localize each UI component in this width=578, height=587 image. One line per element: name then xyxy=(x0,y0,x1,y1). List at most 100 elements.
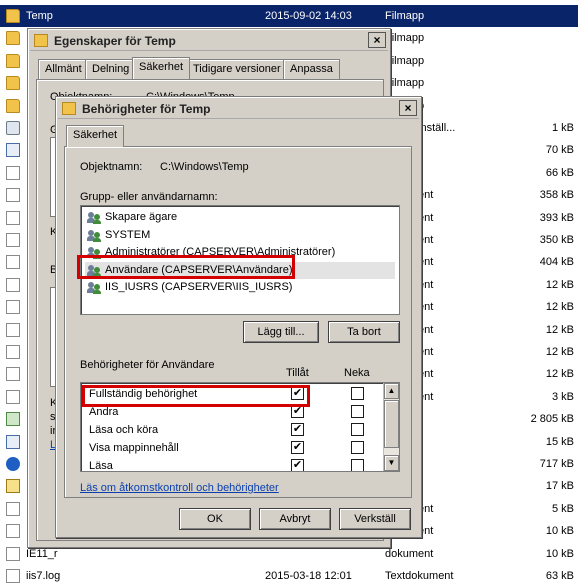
folder-icon xyxy=(6,53,20,68)
document-icon xyxy=(6,255,20,270)
help-icon xyxy=(6,457,20,471)
user-group-icon xyxy=(87,211,101,224)
permissions-title: Behörigheter för Temp xyxy=(82,102,211,116)
file-size: 350 kB xyxy=(539,234,574,246)
config-file-icon xyxy=(6,121,20,135)
user-list-item[interactable]: Skapare ägare xyxy=(85,209,395,226)
cancel-button[interactable]: Avbryt xyxy=(259,508,331,530)
file-date: 2015-03-18 12:01 xyxy=(265,570,352,582)
scroll-down-arrow[interactable]: ▼ xyxy=(384,455,399,471)
file-date: 2015-09-02 14:03 xyxy=(265,10,352,22)
deny-checkbox[interactable] xyxy=(351,441,364,454)
allow-checkbox[interactable]: ✔ xyxy=(291,441,304,454)
properties-title: Egenskaper för Temp xyxy=(54,34,176,48)
file-size: 15 kB xyxy=(545,435,574,448)
user-list-item[interactable]: SYSTEM xyxy=(85,227,395,244)
document-icon xyxy=(6,546,20,561)
permission-row: Visa mappinnehåll ✔ xyxy=(85,439,385,457)
user-name: IIS_IUSRS (CAPSERVER\IIS_IUSRS) xyxy=(105,281,293,293)
file-name: iis7.log xyxy=(26,570,61,582)
file-size: 12 kB xyxy=(545,346,574,358)
document-icon xyxy=(6,524,20,539)
group-label: Grupp- eller användarnamn: xyxy=(80,191,218,203)
file-size: 63 kB xyxy=(545,570,574,582)
file-type: Textdokument xyxy=(385,570,454,582)
user-group-icon xyxy=(87,281,101,294)
highlight-frame xyxy=(77,255,295,279)
file-size: 10 kB xyxy=(545,525,574,538)
access-control-link[interactable]: Läs om åtkomstkontroll och behörigheter xyxy=(80,482,279,494)
permission-name: Visa mappinnehåll xyxy=(89,442,179,454)
add-button[interactable]: Lägg till... xyxy=(243,321,319,343)
folder-icon xyxy=(6,98,20,113)
folder-icon xyxy=(62,102,76,115)
permissions-label: Behörigheter för Användare xyxy=(80,359,215,371)
scroll-thumb[interactable] xyxy=(384,400,399,448)
window-file-icon xyxy=(6,434,20,449)
document-icon xyxy=(6,322,20,337)
properties-close-button[interactable]: × xyxy=(368,32,386,48)
file-name: Temp xyxy=(26,10,53,22)
file-size: 1 kB xyxy=(551,122,574,134)
scroll-up-arrow[interactable]: ▲ xyxy=(384,383,399,399)
permission-name: Läsa xyxy=(89,460,113,472)
deny-checkbox[interactable] xyxy=(351,459,364,471)
deny-checkbox[interactable] xyxy=(351,405,364,418)
document-icon xyxy=(6,188,20,203)
ok-button[interactable]: OK xyxy=(179,508,251,530)
user-name: SYSTEM xyxy=(105,228,151,241)
permission-row: Läsa ✔ xyxy=(85,457,385,472)
allow-checkbox[interactable]: ✔ xyxy=(291,459,304,471)
permissions-titlebar: Behörigheter för Temp × xyxy=(58,99,419,119)
tab-sakerhet[interactable]: Säkerhet xyxy=(66,125,125,147)
file-row[interactable]: Temp 2015-09-02 14:03 Filmapp xyxy=(0,5,578,27)
document-icon xyxy=(6,389,20,404)
file-size: 358 kB xyxy=(539,189,574,202)
document-icon xyxy=(6,569,20,583)
file-size: 10 kB xyxy=(545,547,574,560)
document-icon xyxy=(6,277,20,292)
file-size: 70 kB xyxy=(545,144,574,157)
document-icon xyxy=(6,233,20,247)
object-value: C:\Windows\Temp xyxy=(160,161,249,173)
properties-titlebar: Egenskaper för Temp × xyxy=(30,31,388,51)
tab-delning[interactable]: Delning xyxy=(85,59,137,79)
document-icon xyxy=(6,367,20,382)
file-size: 5 kB xyxy=(551,502,574,515)
folder-icon xyxy=(34,34,48,47)
tab-allmant[interactable]: Allmänt xyxy=(38,59,89,79)
file-size: 12 kB xyxy=(545,278,574,291)
file-size: 393 kB xyxy=(539,211,574,224)
allow-checkbox[interactable]: ✔ xyxy=(291,423,304,436)
permissions-close-button[interactable]: × xyxy=(399,100,417,116)
file-size: 12 kB xyxy=(545,368,574,381)
deny-checkbox[interactable] xyxy=(351,423,364,436)
user-name: Skapare ägare xyxy=(105,211,178,223)
permission-row: Läsa och köra ✔ xyxy=(85,421,385,439)
remove-button[interactable]: Ta bort xyxy=(328,321,400,343)
deny-header: Neka xyxy=(344,367,370,379)
file-row[interactable]: iis7.log 2015-03-18 12:01 Textdokument 63 k… xyxy=(0,565,578,587)
tab-tidigare-versioner[interactable]: Tidigare versioner xyxy=(186,59,288,79)
file-size: 2 805 kB xyxy=(530,413,574,426)
document-icon xyxy=(6,300,20,315)
file-type: dokument xyxy=(385,547,434,560)
file-size: 17 kB xyxy=(545,480,574,493)
image-file-icon xyxy=(6,412,20,427)
file-size: 12 kB xyxy=(545,301,574,314)
document-icon xyxy=(6,501,20,516)
user-group-icon xyxy=(87,229,101,242)
permissions-scrollbar[interactable]: ▲ ▼ xyxy=(383,383,399,471)
apply-button[interactable]: Verkställ xyxy=(339,508,411,530)
file-size: 12 kB xyxy=(545,323,574,336)
window-file-icon xyxy=(6,143,20,158)
tab-anpassa[interactable]: Anpassa xyxy=(283,59,340,79)
permissions-dialog: Behörigheter för Temp × Säkerhet Objektn… xyxy=(55,96,422,538)
document-icon xyxy=(6,165,20,180)
user-list-item[interactable]: IIS_IUSRS (CAPSERVER\IIS_IUSRS) xyxy=(85,279,395,296)
deny-checkbox[interactable] xyxy=(351,387,364,400)
file-type: Filmapp xyxy=(385,10,425,22)
folder-icon xyxy=(6,76,20,91)
allow-header: Tillåt xyxy=(286,367,309,379)
tab-sakerhet[interactable]: Säkerhet xyxy=(132,57,191,79)
